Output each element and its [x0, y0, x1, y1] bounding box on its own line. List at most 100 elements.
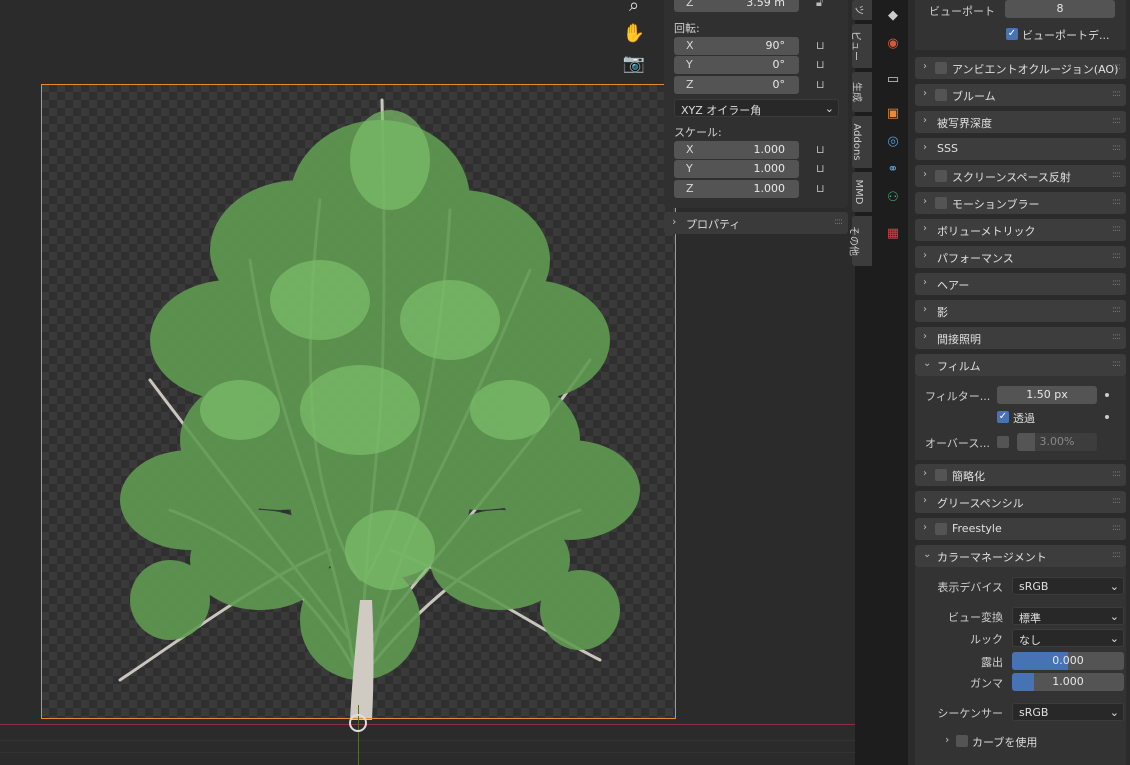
camera-frame: [41, 84, 676, 719]
object-icon[interactable]: ▣: [885, 106, 901, 122]
overscan-field[interactable]: 3.00%: [1017, 433, 1097, 451]
drag-grip-icon[interactable]: ::::: [1112, 332, 1121, 342]
properties-subpanel-header[interactable]: › プロパティ ::::: [664, 212, 848, 234]
drag-grip-icon[interactable]: ::::: [1112, 469, 1121, 479]
section-header[interactable]: › 簡略化::::: [915, 464, 1126, 486]
lock-icon[interactable]: 🔓︎: [816, 0, 830, 9]
rotation-x-field[interactable]: X 90°: [674, 37, 799, 55]
section-header[interactable]: › 影::::: [915, 300, 1126, 322]
drag-grip-icon[interactable]: ::::: [1112, 89, 1121, 99]
tab-addons[interactable]: Addons: [851, 116, 872, 168]
section-header[interactable]: › グリースペンシル::::: [915, 491, 1126, 513]
drag-grip-icon[interactable]: ::::: [1112, 496, 1121, 506]
section-header[interactable]: › パフォーマンス::::: [915, 246, 1126, 268]
section-header[interactable]: › ボリューメトリック::::: [915, 219, 1126, 241]
section-enable-checkbox[interactable]: [935, 523, 947, 535]
world-icon[interactable]: ◉: [885, 36, 901, 52]
section-header[interactable]: › アンビエントオクルージョン(AO)::::: [915, 57, 1126, 79]
section-enable-checkbox[interactable]: [935, 89, 947, 101]
drag-grip-icon[interactable]: ::::: [1112, 251, 1121, 261]
lock-icon[interactable]: ⊔: [816, 162, 830, 175]
data-icon[interactable]: ⚇: [885, 190, 901, 206]
viewport-samples-field[interactable]: 8: [1005, 0, 1115, 18]
drag-grip-icon[interactable]: ::::: [1112, 62, 1121, 72]
transparent-checkbox[interactable]: ✓: [997, 411, 1009, 423]
color-management-section-header[interactable]: ⌄ カラーマネージメント ::::: [915, 545, 1126, 567]
drag-grip-icon[interactable]: ::::: [1112, 523, 1121, 533]
scale-x-field[interactable]: X 1.000: [674, 141, 799, 159]
section-header[interactable]: › ブルーム::::: [915, 84, 1126, 106]
lock-icon[interactable]: ⊔: [816, 58, 830, 71]
chevron-right-icon: ›: [923, 61, 927, 72]
scale-z-field[interactable]: Z 1.000: [674, 180, 799, 198]
field-value: 1.000: [753, 182, 786, 195]
drag-grip-icon[interactable]: ::::: [1112, 143, 1121, 153]
collection-icon[interactable]: ▭: [885, 72, 901, 88]
display-device-label: 表示デバイス: [937, 581, 1003, 594]
rotation-z-field[interactable]: Z 0°: [674, 76, 799, 94]
chevron-down-icon: ⌄: [1109, 610, 1119, 623]
gamma-fill: [1012, 673, 1035, 691]
section-enable-checkbox[interactable]: [935, 170, 947, 182]
tab-create[interactable]: 生成: [851, 72, 872, 112]
curves-subpanel-header[interactable]: › カーブを使用: [925, 729, 1120, 751]
section-header[interactable]: › ヘアー::::: [915, 273, 1126, 295]
scale-y-field[interactable]: Y 1.000: [674, 160, 799, 178]
drag-grip-icon[interactable]: ::::: [1112, 359, 1121, 369]
axis-label: Y: [686, 58, 693, 71]
film-section-header[interactable]: ⌄ フィルム ::::: [915, 354, 1126, 376]
filter-size-field[interactable]: 1.50 px: [997, 386, 1097, 404]
exposure-slider[interactable]: 0.000: [1012, 652, 1124, 670]
keyframe-dot-icon[interactable]: [1105, 393, 1109, 397]
lock-icon[interactable]: ⊔: [816, 143, 830, 156]
tab-mmd[interactable]: MMD: [852, 172, 872, 212]
chevron-down-icon: ⌄: [1109, 580, 1119, 593]
drag-grip-icon[interactable]: ::::: [1112, 197, 1121, 207]
lock-icon[interactable]: ⊔: [816, 39, 830, 52]
tab-other[interactable]: その他: [848, 216, 872, 266]
rotation-y-field[interactable]: Y 0°: [674, 56, 799, 74]
lock-icon[interactable]: ⊔: [816, 78, 830, 91]
overscan-checkbox[interactable]: [997, 436, 1009, 448]
look-select[interactable]: なし ⌄: [1012, 629, 1124, 647]
render-icon[interactable]: ◆: [885, 8, 901, 24]
sequencer-select[interactable]: sRGB ⌄: [1012, 703, 1124, 721]
use-curves-checkbox[interactable]: [956, 735, 968, 747]
section-header[interactable]: › SSS::::: [915, 138, 1126, 160]
drag-grip-icon[interactable]: ::::: [1112, 550, 1121, 560]
tab-view[interactable]: ビュー: [850, 24, 872, 68]
origin-gizmo[interactable]: [349, 714, 367, 732]
gamma-slider[interactable]: 1.000: [1012, 673, 1124, 691]
display-device-select[interactable]: sRGB ⌄: [1012, 577, 1124, 595]
hand-pan-icon[interactable]: ✋: [622, 22, 646, 46]
texture-icon[interactable]: ▦: [885, 226, 901, 242]
drag-grip-icon[interactable]: ::::: [1112, 278, 1121, 288]
location-z-field[interactable]: Z 3.59 m: [674, 0, 799, 12]
slider-value: 0.000: [1052, 654, 1084, 667]
section-header[interactable]: › 間接照明::::: [915, 327, 1126, 349]
zoom-icon[interactable]: ⌕: [622, 0, 646, 18]
view-transform-select[interactable]: 標準 ⌄: [1012, 607, 1124, 625]
chevron-right-icon: ›: [923, 142, 927, 153]
section-header[interactable]: › スクリーンスペース反射::::: [915, 165, 1126, 187]
camera-view-icon[interactable]: 📷: [622, 52, 646, 76]
select-value: sRGB: [1019, 580, 1049, 593]
section-enable-checkbox[interactable]: [935, 197, 947, 209]
section-enable-checkbox[interactable]: [935, 62, 947, 74]
drag-grip-icon[interactable]: ::::: [1112, 170, 1121, 180]
drag-grip-icon[interactable]: ::::: [1112, 224, 1121, 234]
drag-grip-icon[interactable]: ::::: [834, 217, 843, 227]
section-header[interactable]: › モーションブラー::::: [915, 192, 1126, 214]
section-header[interactable]: › 被写界深度::::: [915, 111, 1126, 133]
constraint-icon[interactable]: ⚭: [885, 162, 901, 178]
drag-grip-icon[interactable]: ::::: [1112, 305, 1121, 315]
lock-icon[interactable]: ⊔: [816, 182, 830, 195]
tab-tool[interactable]: ツ: [852, 0, 872, 20]
physics-icon[interactable]: ◎: [885, 134, 901, 150]
keyframe-dot-icon[interactable]: [1105, 415, 1109, 419]
section-enable-checkbox[interactable]: [935, 469, 947, 481]
drag-grip-icon[interactable]: ::::: [1112, 116, 1121, 126]
section-header[interactable]: › Freestyle::::: [915, 518, 1126, 540]
rotation-mode-select[interactable]: XYZ オイラー角 ⌄: [674, 99, 839, 117]
viewport-denoise-checkbox[interactable]: ✓: [1006, 28, 1018, 40]
